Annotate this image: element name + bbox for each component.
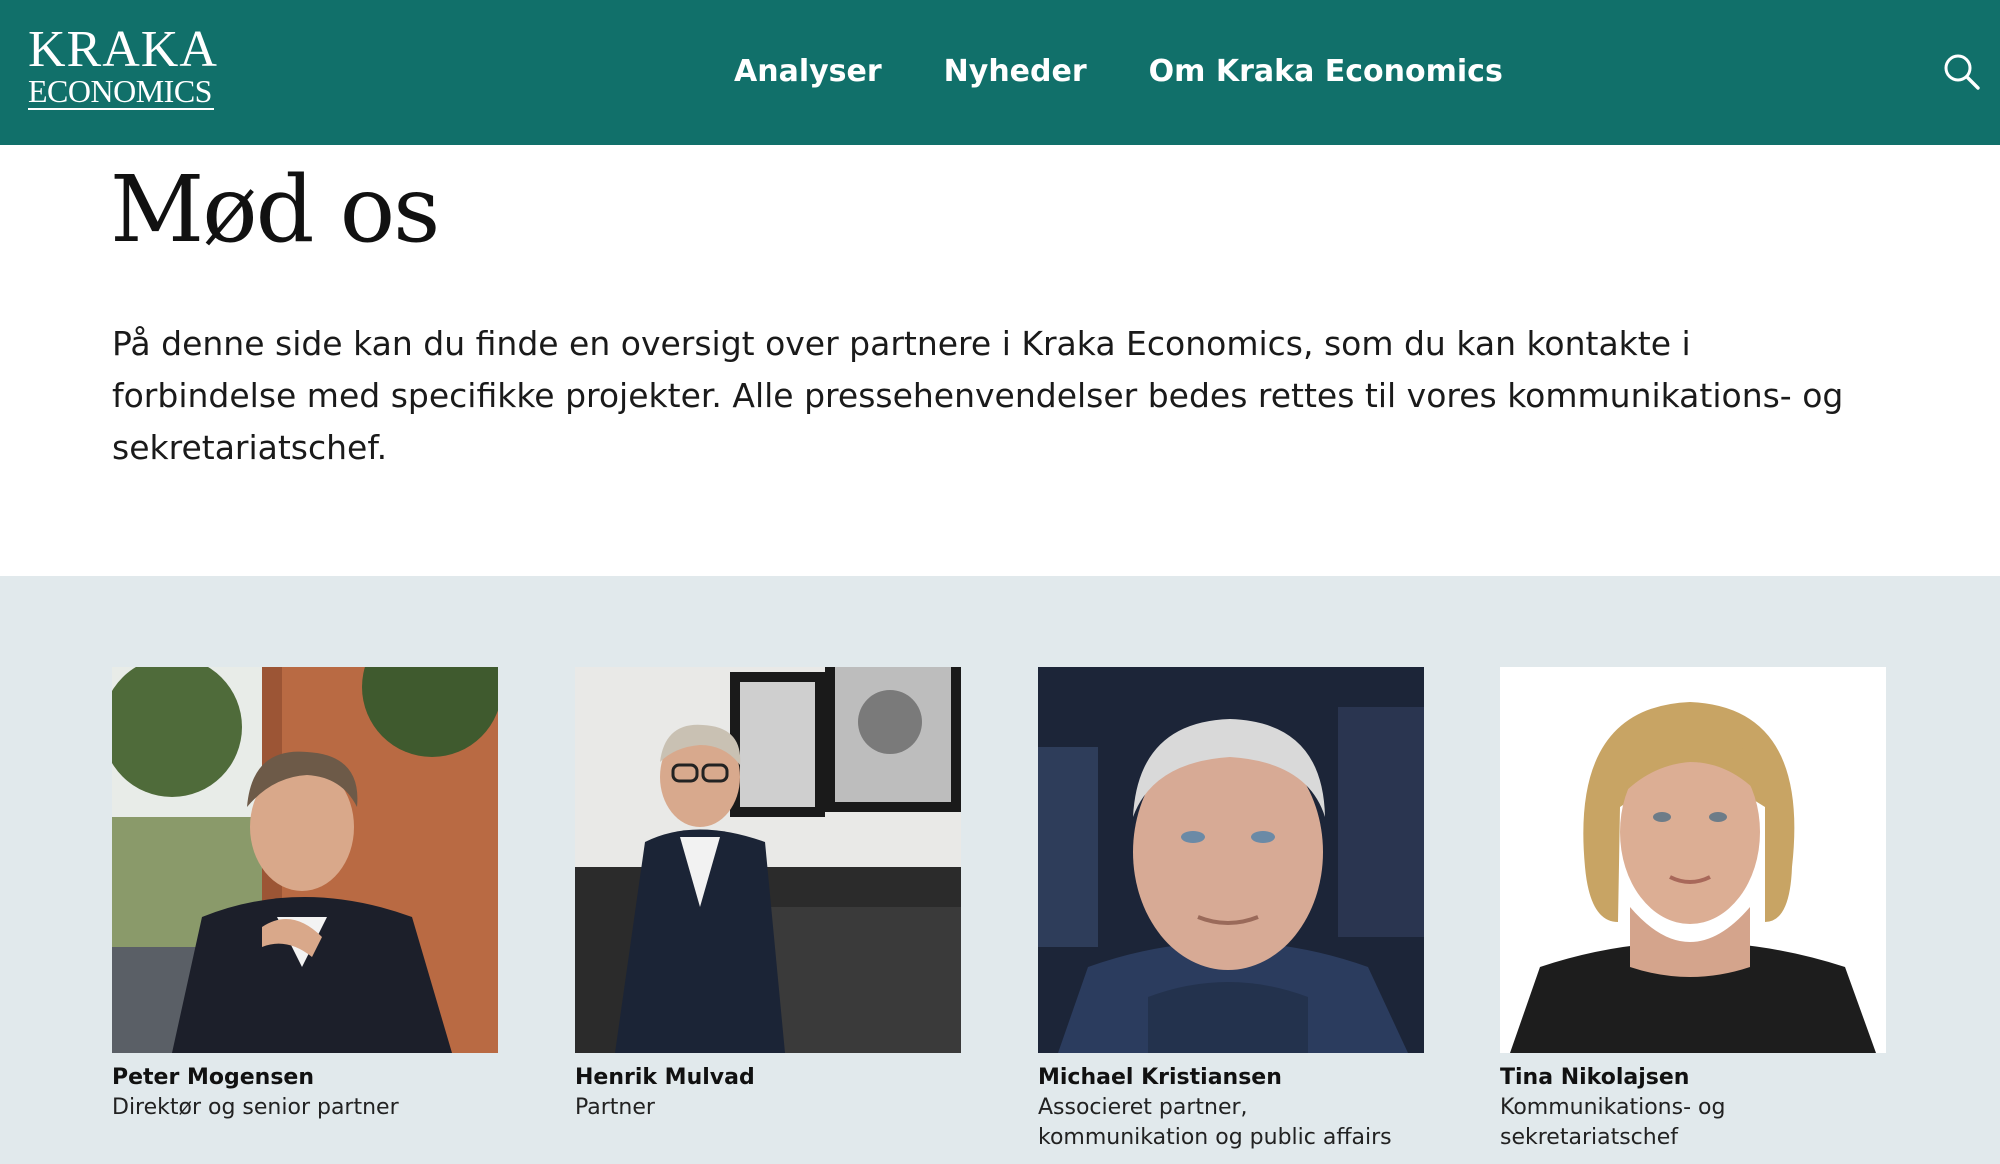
person-card-tina-nikolajsen[interactable]: Tina Nikolajsen Kommunikations- og sekre… xyxy=(1500,667,1886,1153)
person-photo[interactable] xyxy=(575,667,961,1053)
person-card-henrik-mulvad[interactable]: Henrik Mulvad Partner xyxy=(575,667,961,1123)
nav-item-om-kraka-economics[interactable]: Om Kraka Economics xyxy=(1149,48,1503,96)
person-name: Michael Kristiansen xyxy=(1038,1065,1282,1090)
person-name: Peter Mogensen xyxy=(112,1065,315,1090)
person-card-peter-mogensen[interactable]: Peter Mogensen Direktør og senior partne… xyxy=(112,667,498,1123)
main-navigation: Analyser Nyheder Om Kraka Economics xyxy=(734,48,1503,96)
person-role-line-2: kommunikation og public affairs xyxy=(1038,1125,1392,1150)
logo-wordmark-top: KRAKA xyxy=(28,21,218,78)
person-role-line-2: sekretariatschef xyxy=(1500,1125,1678,1150)
person-role-line-1: Associeret partner, xyxy=(1038,1095,1248,1120)
nav-item-nyheder[interactable]: Nyheder xyxy=(944,48,1087,96)
person-photo[interactable] xyxy=(1500,667,1886,1053)
team-section: Peter Mogensen Direktør og senior partne… xyxy=(0,576,2000,1164)
person-photo[interactable] xyxy=(112,667,498,1053)
person-role: Direktør og senior partner xyxy=(112,1095,399,1120)
logo-wordmark-bottom: ECONOMICS xyxy=(28,74,214,110)
top-navigation-bar: KRAKA ECONOMICS Analyser Nyheder Om Krak… xyxy=(0,0,2000,145)
person-name: Tina Nikolajsen xyxy=(1500,1065,1690,1090)
person-card-michael-kristiansen[interactable]: Michael Kristiansen Associeret partner, … xyxy=(1038,667,1424,1153)
page-intro-text: På denne side kan du finde en oversigt o… xyxy=(112,324,1844,467)
search-icon[interactable] xyxy=(1940,50,1984,94)
person-name: Henrik Mulvad xyxy=(575,1065,755,1090)
kraka-economics-logo[interactable]: KRAKA ECONOMICS xyxy=(28,21,218,114)
person-photo[interactable] xyxy=(1038,667,1424,1053)
nav-item-analyser[interactable]: Analyser xyxy=(734,48,882,96)
page-title: Mød os xyxy=(110,156,440,263)
person-role: Partner xyxy=(575,1095,655,1120)
person-role-line-1: Kommunikations- og xyxy=(1500,1095,1726,1120)
